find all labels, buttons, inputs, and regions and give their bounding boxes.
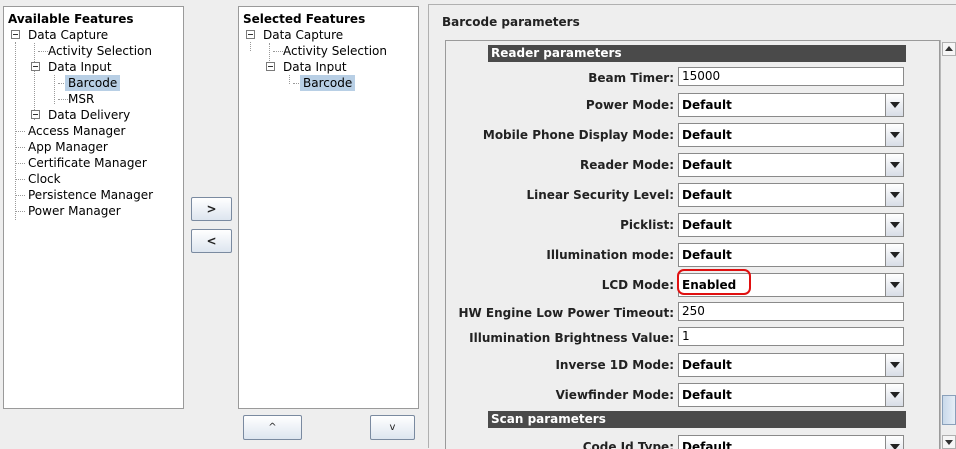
code-id-type-select[interactable]: Default	[678, 435, 904, 449]
collapse-toggle-icon[interactable]	[31, 110, 40, 119]
add-feature-button[interactable]: >	[191, 197, 232, 221]
tree-node-barcode[interactable]: Barcode	[300, 75, 356, 91]
selected-features-panel: Selected Features Data Capture Activity …	[238, 6, 419, 409]
linear-security-level-value: Default	[682, 188, 732, 202]
panel-title: Barcode parameters	[442, 15, 580, 29]
tree-node-power-manager[interactable]: Power Manager	[28, 203, 121, 219]
tree-node-data-input[interactable]: Data Input	[283, 59, 347, 75]
mobile-phone-display-mode-label: Mobile Phone Display Mode:	[482, 128, 674, 142]
viewfinder-mode-value: Default	[682, 388, 732, 402]
tree-connector	[250, 42, 251, 51]
beam-timer-field[interactable]: 15000	[678, 67, 904, 86]
collapse-toggle-icon[interactable]	[246, 30, 255, 39]
chevron-down-icon[interactable]	[885, 94, 903, 116]
tree-node-activity-selection[interactable]: Activity Selection	[283, 43, 387, 59]
reader-mode-label: Reader Mode:	[579, 158, 674, 172]
tree-node-barcode[interactable]: Barcode	[65, 75, 121, 91]
tree-connector	[15, 147, 25, 148]
inverse-1d-mode-select[interactable]: Default	[678, 353, 904, 377]
highlight-annotation	[677, 269, 751, 295]
collapse-toggle-icon[interactable]	[11, 30, 20, 39]
picklist-value: Default	[682, 218, 732, 232]
chevron-down-icon[interactable]	[885, 274, 903, 296]
tree-node-data-capture[interactable]: Data Capture	[263, 27, 343, 43]
tree-connector	[15, 195, 25, 196]
tree-node-msr[interactable]: MSR	[68, 91, 94, 107]
picklist-select[interactable]: Default	[678, 213, 904, 237]
tree-node-access-manager[interactable]: Access Manager	[28, 123, 126, 139]
reader-mode-value: Default	[682, 158, 732, 172]
section-header-reader: Reader parameters	[488, 45, 906, 62]
scroll-thumb[interactable]	[942, 395, 956, 425]
scroll-down-icon[interactable]	[942, 435, 956, 449]
illumination-mode-value: Default	[682, 248, 732, 262]
tree-node-data-delivery[interactable]: Data Delivery	[48, 107, 130, 123]
illumination-brightness-value-label: Illumination Brightness Value:	[469, 331, 674, 345]
picklist-label: Picklist:	[620, 218, 674, 232]
chevron-down-icon[interactable]	[885, 354, 903, 376]
illumination-brightness-value-field[interactable]: 1	[678, 327, 904, 346]
move-up-button[interactable]: ^	[243, 415, 302, 440]
chevron-down-icon[interactable]	[885, 214, 903, 236]
tree-node-activity-selection[interactable]: Activity Selection	[48, 43, 152, 59]
vertical-scrollbar[interactable]	[940, 40, 956, 449]
power-mode-label: Power Mode:	[585, 98, 674, 112]
parameters-scroll-area: Reader parameters Beam Timer: 15000 Powe…	[445, 40, 940, 449]
tree-connector	[34, 43, 35, 120]
hw-engine-low-power-timeout-label: HW Engine Low Power Timeout:	[458, 306, 674, 320]
tree-node-persistence-manager[interactable]: Persistence Manager	[28, 187, 153, 203]
chevron-down-icon[interactable]	[885, 244, 903, 266]
tree-connector	[54, 75, 55, 104]
viewfinder-mode-select[interactable]: Default	[678, 383, 904, 407]
chevron-down-icon[interactable]	[885, 384, 903, 406]
tree-node-clock[interactable]: Clock	[28, 171, 61, 187]
tree-connector	[273, 51, 283, 52]
move-down-button[interactable]: v	[370, 415, 415, 440]
power-mode-value: Default	[682, 98, 732, 112]
collapse-toggle-icon[interactable]	[266, 62, 275, 71]
reader-mode-select[interactable]: Default	[678, 153, 904, 177]
tree-connector	[15, 163, 25, 164]
barcode-parameters-panel: Barcode parameters Reader parameters Bea…	[428, 4, 956, 449]
selected-features-tree: Data Capture Activity Selection Data Inp…	[239, 7, 418, 408]
tree-connector	[15, 211, 25, 212]
chevron-down-icon[interactable]	[885, 184, 903, 206]
power-mode-select[interactable]: Default	[678, 93, 904, 117]
code-id-type-value: Default	[682, 440, 732, 449]
mobile-phone-display-mode-select[interactable]: Default	[678, 123, 904, 147]
inverse-1d-mode-value: Default	[682, 358, 732, 372]
available-features-panel: Available Features Data Capture Activity…	[3, 6, 184, 409]
inverse-1d-mode-label: Inverse 1D Mode:	[555, 358, 674, 372]
viewfinder-mode-label: Viewfinder Mode:	[555, 388, 674, 402]
scroll-up-icon[interactable]	[942, 42, 956, 56]
tree-connector	[15, 131, 25, 132]
collapse-toggle-icon[interactable]	[31, 62, 40, 71]
tree-connector	[58, 99, 68, 100]
illumination-mode-select[interactable]: Default	[678, 243, 904, 267]
available-features-tree: Data Capture Activity Selection Data Inp…	[4, 7, 183, 408]
lcd-mode-label: LCD Mode:	[601, 278, 674, 292]
tree-connector	[38, 51, 48, 52]
chevron-down-icon[interactable]	[885, 124, 903, 146]
hw-engine-low-power-timeout-field[interactable]: 250	[678, 302, 904, 321]
illumination-mode-label: Illumination mode:	[546, 248, 674, 262]
tree-node-certificate-manager[interactable]: Certificate Manager	[28, 155, 147, 171]
tree-node-data-input[interactable]: Data Input	[48, 59, 112, 75]
linear-security-level-select[interactable]: Default	[678, 183, 904, 207]
section-header-scan: Scan parameters	[488, 411, 906, 428]
linear-security-level-label: Linear Security Level:	[526, 188, 675, 202]
tree-node-app-manager[interactable]: App Manager	[28, 139, 108, 155]
tree-connector	[289, 75, 290, 84]
chevron-down-icon[interactable]	[885, 154, 903, 176]
tree-node-data-capture[interactable]: Data Capture	[28, 27, 108, 43]
chevron-down-icon[interactable]	[885, 436, 903, 449]
mobile-phone-display-mode-value: Default	[682, 128, 732, 142]
beam-timer-label: Beam Timer:	[588, 71, 674, 85]
remove-feature-button[interactable]: <	[191, 229, 232, 253]
tree-connector	[15, 179, 25, 180]
